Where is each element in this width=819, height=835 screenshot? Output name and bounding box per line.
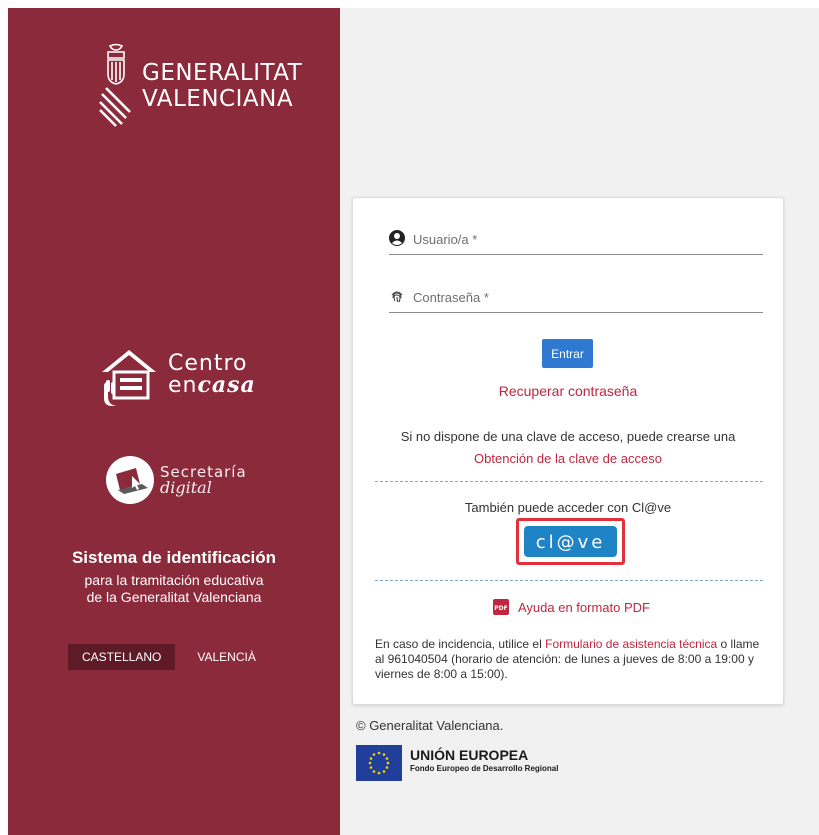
secretaria-title-line2: digital xyxy=(160,477,212,497)
clave-highlight[interactable]: cl@ve xyxy=(516,518,625,565)
password-input[interactable] xyxy=(411,284,755,310)
no-key-text: Si no dispone de una clave de acceso, pu… xyxy=(400,429,736,444)
laptop-cursor-icon xyxy=(106,456,154,504)
incident-prefix: En caso de incidencia, utilice el xyxy=(375,637,546,651)
org-name-line1: GENERALITAT xyxy=(142,60,303,86)
clave-text: También puede acceder con Cl@ve xyxy=(464,500,672,515)
house-hand-icon xyxy=(102,350,156,406)
secretaria-digital-logo: Secretaría digital xyxy=(104,454,247,506)
login-card: Entrar Recuperar contraseña Si no dispon… xyxy=(352,197,784,705)
no-key-info: Si no dispone de una clave de acceso, pu… xyxy=(353,426,783,470)
recover-password-link[interactable]: Recuperar contraseña xyxy=(499,383,638,399)
divider xyxy=(375,580,763,581)
clave-login-button[interactable]: cl@ve xyxy=(524,526,617,557)
eu-flag-icon xyxy=(356,745,402,781)
incident-info: En caso de incidencia, utilice el Formul… xyxy=(375,637,767,682)
pdf-help-link[interactable]: Ayuda en formato PDF xyxy=(518,600,650,615)
copyright: © Generalitat Valenciana. xyxy=(356,718,504,733)
pdf-icon: PDF xyxy=(493,599,509,615)
svg-text:PDF: PDF xyxy=(494,605,507,612)
support-form-link[interactable]: Formulario de asistencia técnica xyxy=(545,637,717,651)
language-valencia-button[interactable]: VALENCIÀ xyxy=(183,644,269,670)
user-field xyxy=(389,224,763,255)
fingerprint-icon xyxy=(391,291,403,303)
clave-button-label: cl@ve xyxy=(536,532,606,553)
language-castellano-button[interactable]: CASTELLANO xyxy=(68,644,176,670)
org-name-line2: VALENCIANA xyxy=(142,86,294,112)
eu-title: UNIÓN EUROPEA xyxy=(410,747,529,763)
divider xyxy=(375,481,763,482)
sidebar: GENERALITAT VALENCIANA Centro encasa Sec… xyxy=(8,8,340,835)
language-switcher: CASTELLANO VALENCIÀ xyxy=(68,644,270,670)
eu-funding-logo: UNIÓN EUROPEA Fondo Europeo de Desarroll… xyxy=(356,745,558,781)
user-circle-icon xyxy=(389,230,405,246)
centro-title-prefix: en xyxy=(168,372,198,398)
user-input[interactable] xyxy=(411,226,755,252)
generalitat-logo: GENERALITAT VALENCIANA xyxy=(96,42,302,132)
obtain-key-link[interactable]: Obtención de la clave de acceso xyxy=(474,451,662,466)
system-subtitle-line2: de la Generalitat Valenciana xyxy=(86,589,262,605)
eu-subtitle: Fondo Europeo de Desarrollo Regional xyxy=(410,764,559,773)
clave-logo: cl@ve xyxy=(536,532,606,553)
centro-en-casa-logo: Centro encasa xyxy=(96,342,256,408)
system-description: Sistema de identificación para la tramit… xyxy=(8,548,340,606)
entrar-button[interactable]: Entrar xyxy=(542,339,593,368)
centro-title-line1: Centro xyxy=(168,350,248,376)
system-title: Sistema de identificación xyxy=(71,548,277,567)
password-field xyxy=(389,282,763,313)
generalitat-crest-icon xyxy=(99,43,131,127)
centro-title-bold: casa xyxy=(197,371,256,398)
system-subtitle-line1: para la tramitación educativa xyxy=(84,572,264,588)
